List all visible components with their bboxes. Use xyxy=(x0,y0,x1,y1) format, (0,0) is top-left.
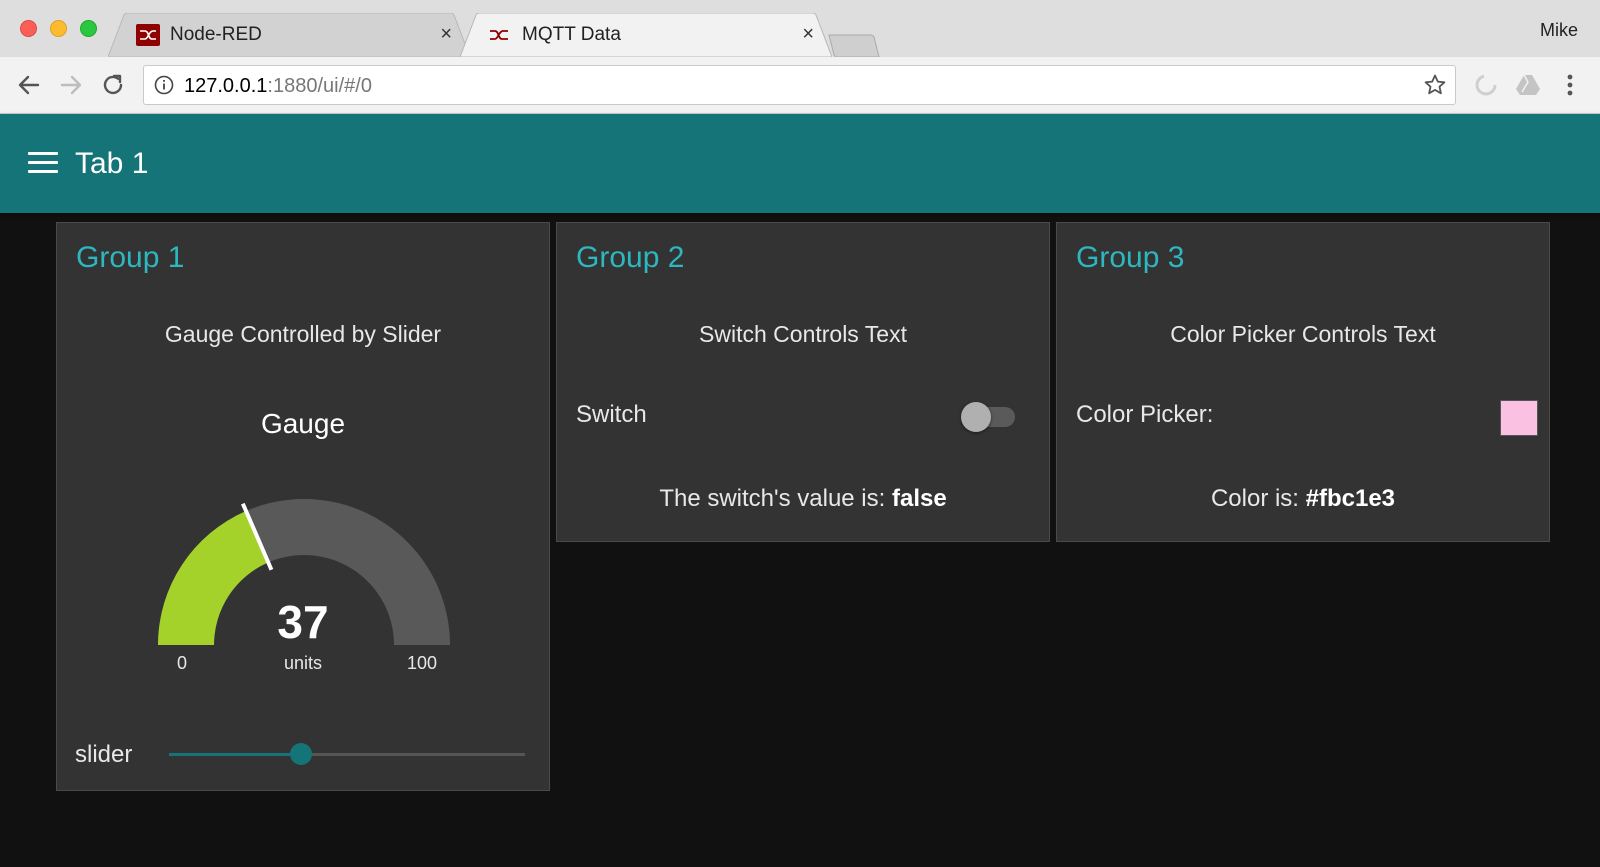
window-zoom-button[interactable] xyxy=(80,20,97,37)
tab-title: MQTT Data xyxy=(522,24,621,45)
hamburger-line xyxy=(28,170,58,173)
reload-icon[interactable] xyxy=(98,70,128,100)
switch-result-text: The switch's value is: false xyxy=(557,485,1049,513)
profile-name[interactable]: Mike xyxy=(1540,20,1578,41)
group-text: Switch Controls Text xyxy=(699,321,907,347)
browser-toolbar: 127.0.0.1:1880/ui/#/0 xyxy=(0,57,1600,114)
hamburger-line xyxy=(28,161,58,164)
back-arrow-icon[interactable] xyxy=(14,70,44,100)
browser-tab-node-red[interactable]: Node-RED × xyxy=(108,13,470,57)
url-text[interactable]: 127.0.0.1:1880/ui/#/0 xyxy=(184,75,372,98)
more-menu-icon[interactable] xyxy=(1560,71,1580,99)
group-card-3: Group 3 Color Picker Controls Text Color… xyxy=(1056,222,1550,542)
bookmark-star-icon[interactable] xyxy=(1423,73,1447,97)
hamburger-line xyxy=(28,152,58,155)
slider-fill xyxy=(169,753,301,756)
result-value: #fbc1e3 xyxy=(1305,485,1396,512)
group-title: Group 2 xyxy=(576,241,685,274)
browser-tab-mqtt-data[interactable]: MQTT Data × xyxy=(460,13,832,57)
group-text: Gauge Controlled by Slider xyxy=(164,321,442,347)
result-prefix: The switch's value is: xyxy=(659,485,892,512)
slider-label: slider xyxy=(75,741,133,768)
dashboard-header: Tab 1 xyxy=(0,114,1600,213)
color-result-text: Color is: #fbc1e3 xyxy=(1057,485,1549,513)
color-picker-label: Color Picker: xyxy=(1076,401,1214,428)
tab-shape-active xyxy=(460,13,832,57)
url-path: :1880/ui/#/0 xyxy=(267,75,372,97)
color-picker-swatch[interactable] xyxy=(1500,400,1538,436)
group-card-1: Group 1 Gauge Controlled by Slider Gauge… xyxy=(56,222,550,791)
gauge-title: Gauge xyxy=(260,408,346,439)
gauge-min-label: 0 xyxy=(177,653,188,673)
tab-close-icon[interactable]: × xyxy=(440,23,452,45)
address-bar[interactable]: 127.0.0.1:1880/ui/#/0 xyxy=(143,65,1456,105)
result-value: false xyxy=(891,485,947,512)
window-minimize-button[interactable] xyxy=(50,20,67,37)
window-close-button[interactable] xyxy=(20,20,37,37)
node-red-favicon-icon xyxy=(490,30,508,40)
hamburger-menu-icon[interactable] xyxy=(28,152,58,174)
node-red-favicon-icon xyxy=(136,24,160,46)
tab-title: Node-RED xyxy=(170,24,262,45)
url-host: 127.0.0.1 xyxy=(184,75,268,97)
group-title: Group 3 xyxy=(1076,241,1185,274)
result-prefix: Color is: xyxy=(1210,485,1306,512)
dashboard-title: Tab 1 xyxy=(75,147,149,180)
group-card-2: Group 2 Switch Controls Text Switch The … xyxy=(556,222,1050,542)
slider-thumb[interactable] xyxy=(289,743,312,765)
gauge-max-label: 100 xyxy=(407,653,438,673)
browser-tab-strip: Node-RED × MQTT Data × Mike xyxy=(0,0,1600,58)
toggle-switch[interactable] xyxy=(961,402,1015,432)
tab-shape xyxy=(108,13,470,57)
gauge-value: 37 xyxy=(277,596,329,648)
forward-arrow-icon[interactable] xyxy=(56,70,86,100)
extension-icon[interactable] xyxy=(1472,71,1500,99)
gauge-units: units xyxy=(283,653,323,673)
slider-track[interactable] xyxy=(169,743,525,765)
group-title: Group 1 xyxy=(76,241,185,274)
tab-close-icon[interactable]: × xyxy=(802,23,814,45)
switch-label: Switch xyxy=(576,401,647,428)
info-icon[interactable] xyxy=(154,75,174,95)
toggle-switch-thumb[interactable] xyxy=(961,402,991,432)
group-text: Color Picker Controls Text xyxy=(1170,321,1436,347)
google-drive-icon[interactable] xyxy=(1514,71,1542,99)
